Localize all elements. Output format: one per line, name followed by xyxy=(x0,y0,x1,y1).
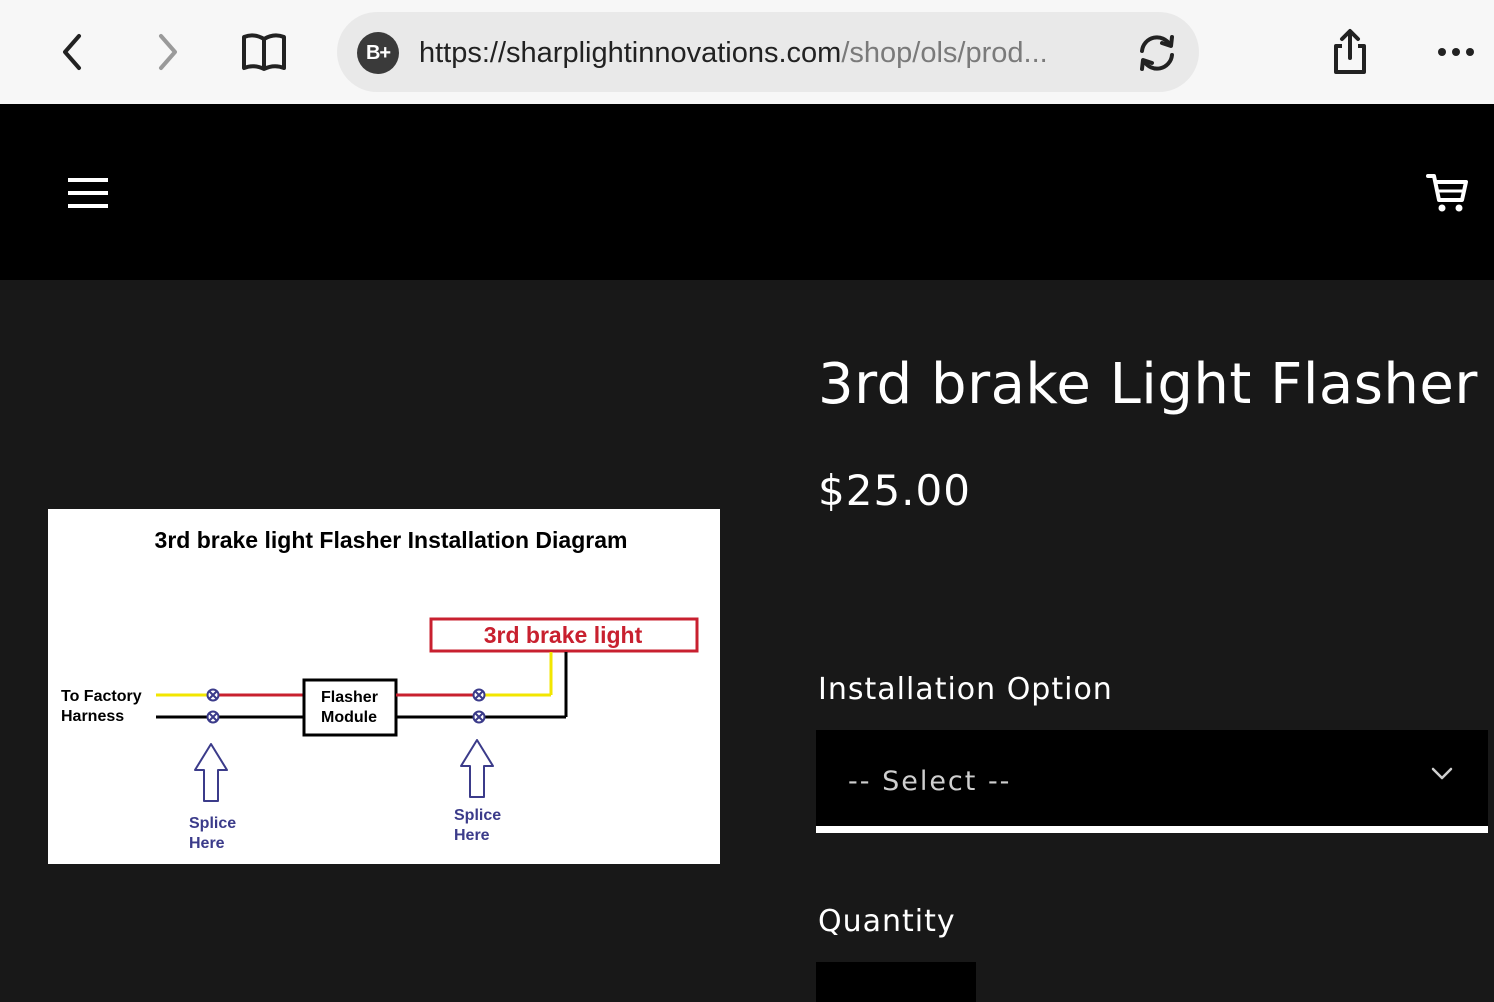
brake-light-label: 3rd brake light xyxy=(484,622,643,648)
book-icon xyxy=(242,33,286,71)
chevron-right-icon xyxy=(159,34,177,70)
url-path: /shop/ols/prod... xyxy=(841,37,1048,69)
cart-icon xyxy=(1426,174,1468,212)
browser-toolbar: B+ https://sharplightinnovations.com/sho… xyxy=(0,0,1494,104)
module-line1: Flasher xyxy=(321,689,378,706)
menu-button[interactable] xyxy=(64,174,112,212)
share-button[interactable] xyxy=(1324,26,1376,78)
product-price: $25.00 xyxy=(818,466,971,515)
chevron-left-icon xyxy=(63,34,81,70)
more-button[interactable] xyxy=(1430,26,1482,78)
installation-option-select[interactable]: -- Select -- xyxy=(816,730,1488,833)
splice-right-line2: Here xyxy=(454,827,490,844)
splice-marker-right-top xyxy=(472,688,486,702)
cart-button[interactable] xyxy=(1424,170,1470,214)
harness-line2: Harness xyxy=(61,708,124,725)
product-image[interactable]: 3rd brake light Flasher Installation Dia… xyxy=(48,509,720,864)
reload-button[interactable] xyxy=(1133,30,1181,76)
address-bar[interactable]: B+ https://sharplightinnovations.com/sho… xyxy=(337,12,1199,92)
installation-option-label: Installation Option xyxy=(818,672,1113,707)
back-button[interactable] xyxy=(46,26,98,78)
bookmarks-button[interactable] xyxy=(238,26,290,78)
splice-right-line1: Splice xyxy=(454,807,501,824)
harness-line1: To Factory xyxy=(61,688,142,705)
select-value: -- Select -- xyxy=(848,766,1012,797)
quantity-input[interactable] xyxy=(816,962,976,1002)
hamburger-icon xyxy=(68,178,108,208)
splice-marker-left-bottom xyxy=(206,710,220,724)
splice-arrow-left xyxy=(194,743,228,802)
splice-marker-right-bottom xyxy=(472,710,486,724)
splice-left-line1: Splice xyxy=(189,815,236,832)
product-title: 3rd brake Light Flasher xyxy=(818,352,1478,417)
quantity-label: Quantity xyxy=(818,904,956,939)
reload-icon xyxy=(1140,35,1174,71)
url-text[interactable]: https://sharplightinnovations.com/shop/o… xyxy=(419,32,1069,74)
site-badge: B+ xyxy=(357,32,399,74)
splice-marker-left-top xyxy=(206,688,220,702)
share-icon xyxy=(1334,29,1366,74)
module-line2: Module xyxy=(321,709,377,726)
diagram-title: 3rd brake light Flasher Installation Dia… xyxy=(155,527,628,553)
site-header xyxy=(0,104,1494,280)
chevron-down-icon xyxy=(1431,767,1453,780)
splice-left-line2: Here xyxy=(189,835,225,852)
installation-diagram: 3rd brake light Flasher Installation Dia… xyxy=(61,527,699,852)
splice-arrow-right xyxy=(460,739,494,798)
url-domain: https://sharplightinnovations.com xyxy=(419,37,842,69)
more-dots-icon xyxy=(1438,48,1474,56)
forward-button[interactable] xyxy=(142,26,194,78)
